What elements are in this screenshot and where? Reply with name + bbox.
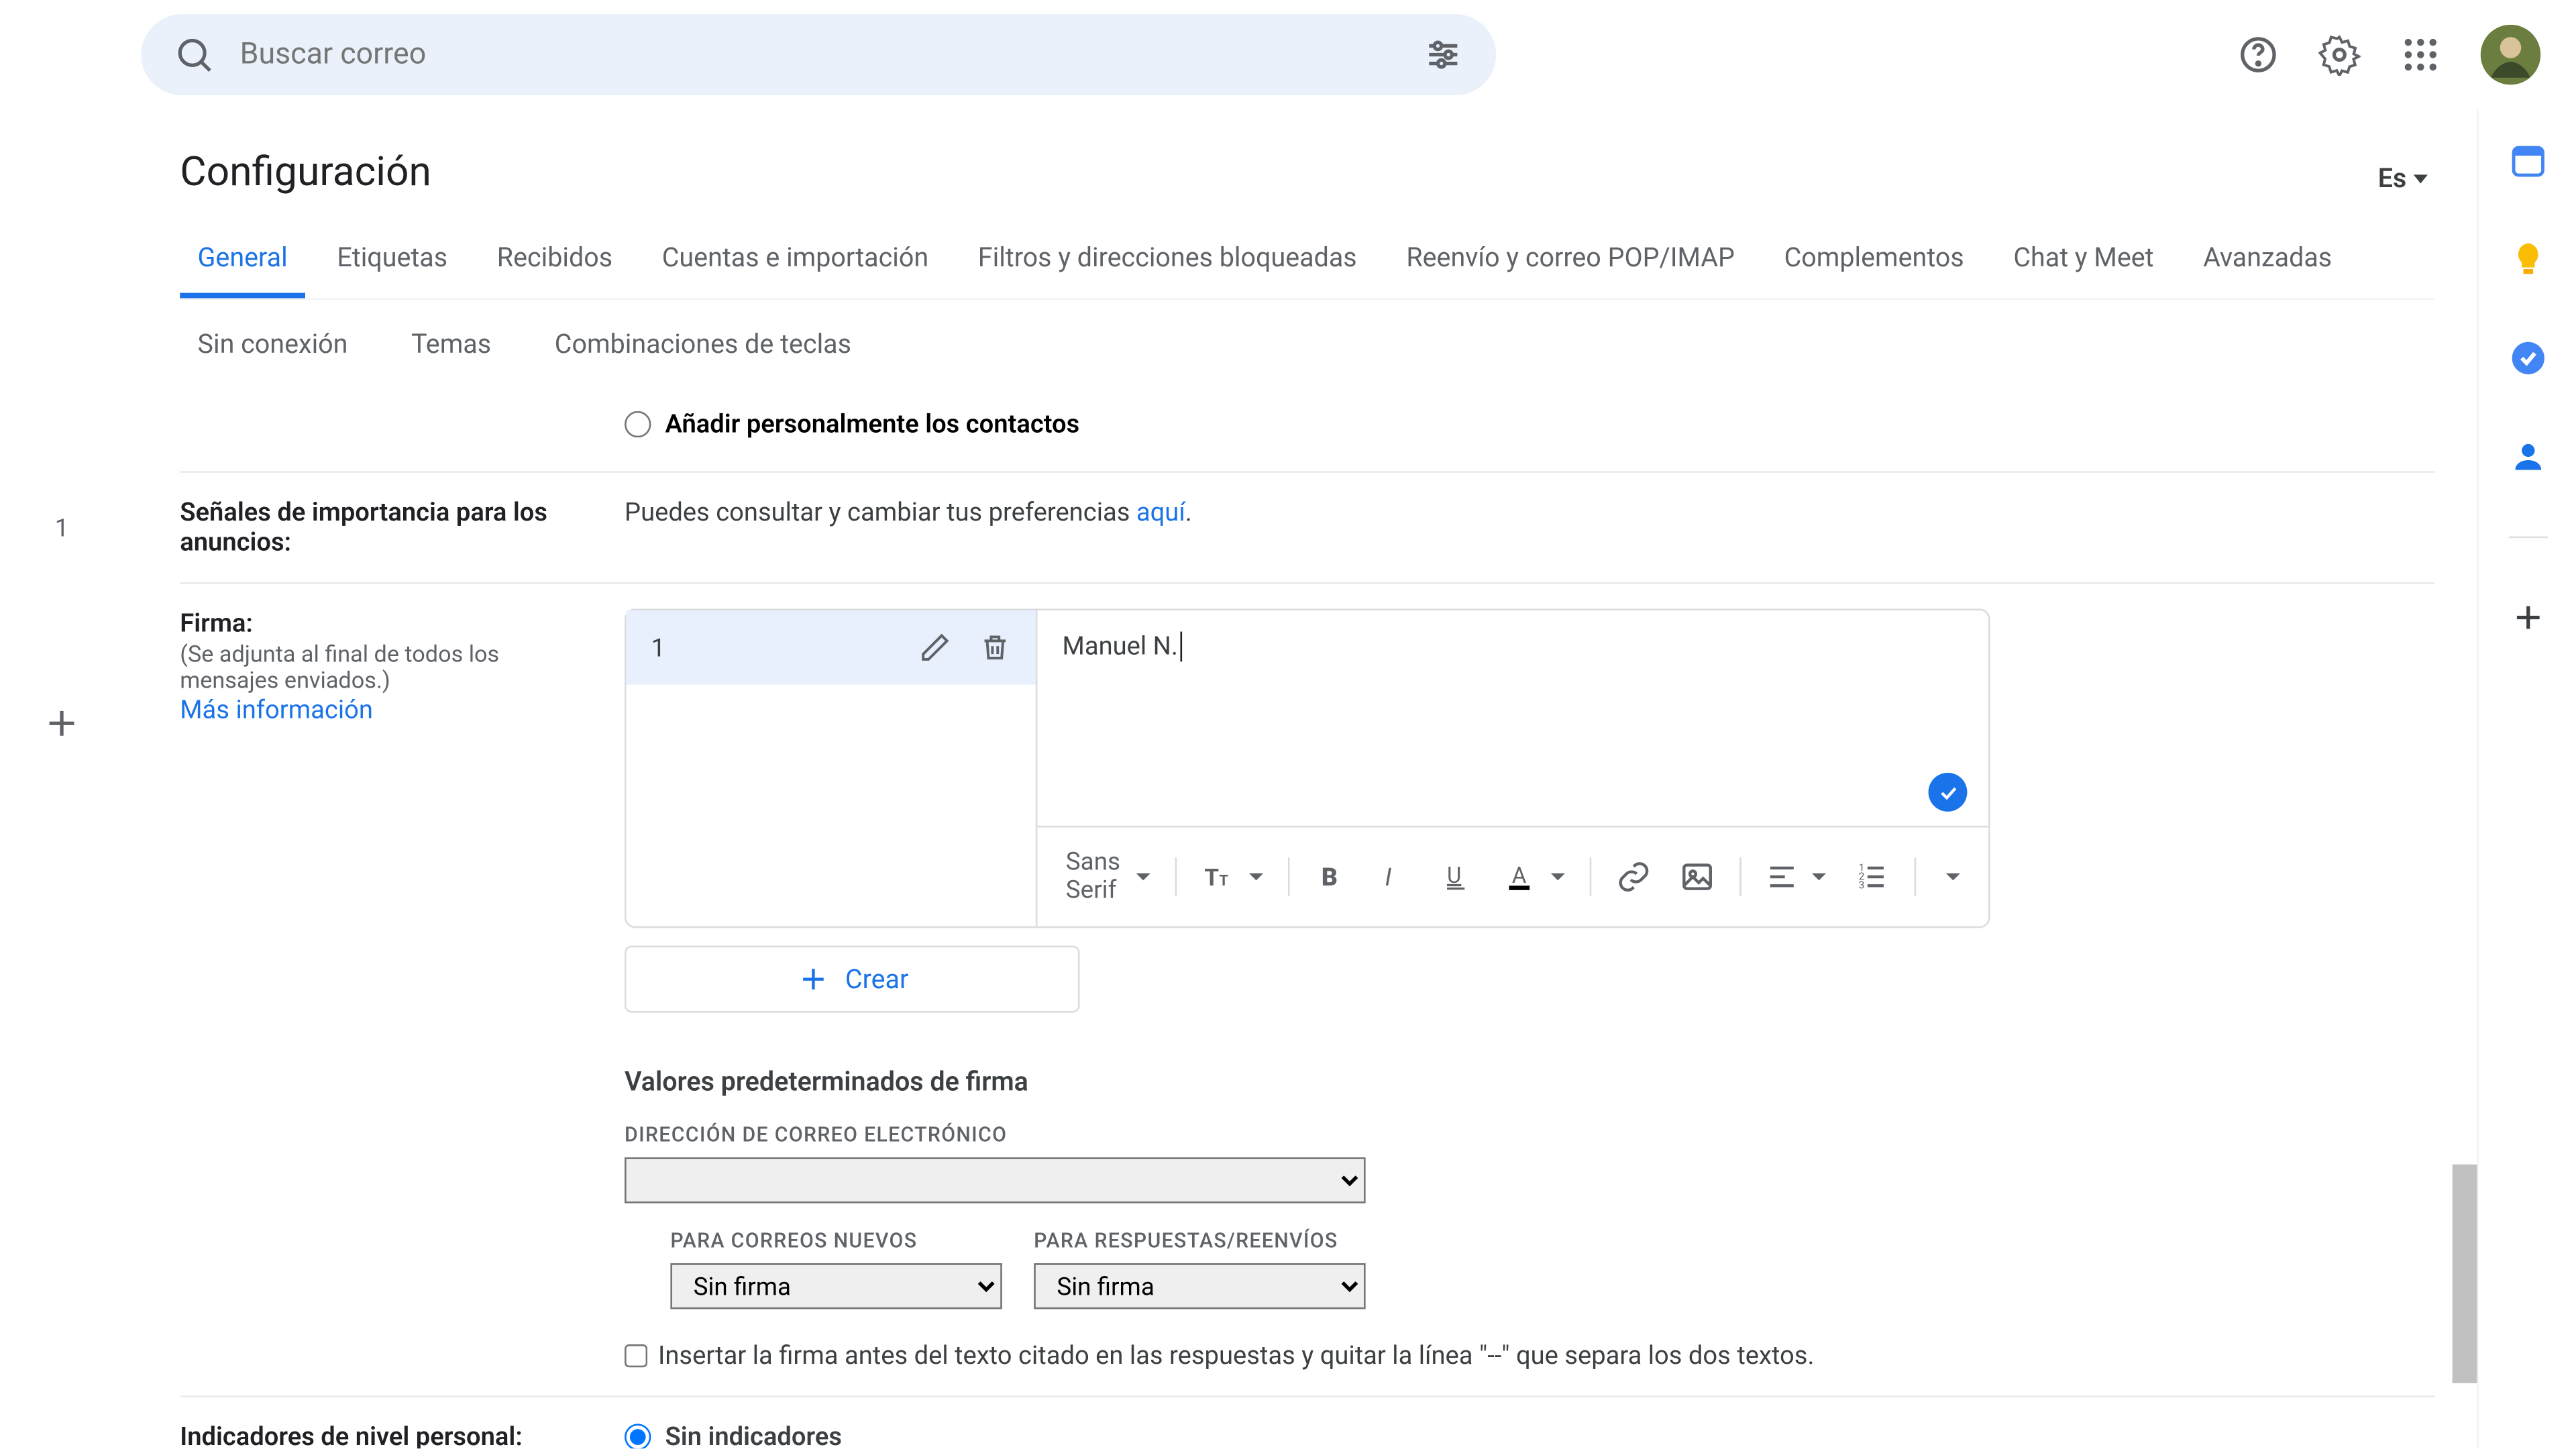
- edit-icon[interactable]: [920, 632, 951, 663]
- tab-chat[interactable]: Chat y Meet: [1996, 227, 2171, 287]
- new-mail-label: PARA CORREOS NUEVOS: [670, 1228, 1002, 1252]
- scrollbar-thumb[interactable]: [2453, 1165, 2477, 1383]
- row-label-signature: Firma:: [180, 608, 253, 639]
- insert-before-checkbox[interactable]: [625, 1344, 647, 1367]
- help-icon[interactable]: [2237, 34, 2279, 76]
- dropdown-icon: [2414, 174, 2428, 182]
- address-label: DIRECCIÓN DE CORREO ELECTRÓNICO: [625, 1122, 2434, 1147]
- link-button[interactable]: [1605, 852, 1662, 902]
- tab-addons[interactable]: Complementos: [1766, 227, 1982, 287]
- account-avatar[interactable]: [2481, 25, 2540, 85]
- signature-name: 1: [651, 633, 665, 663]
- reply-select[interactable]: Sin firma: [1034, 1263, 1365, 1309]
- calendar-icon[interactable]: [2508, 141, 2547, 180]
- radio-input[interactable]: [625, 1424, 651, 1448]
- new-mail-select[interactable]: Sin firma: [670, 1263, 1002, 1309]
- tab-general[interactable]: General: [180, 227, 305, 298]
- search-box[interactable]: [141, 14, 1496, 95]
- bold-button[interactable]: B: [1302, 852, 1358, 902]
- tab-offline[interactable]: Sin conexión: [180, 314, 366, 374]
- check-badge-icon: [1929, 773, 1968, 812]
- svg-text:U: U: [1447, 863, 1461, 889]
- signature-toolbar: Sans Serif TT B I U A: [1038, 826, 1988, 926]
- create-signature-button[interactable]: Crear: [625, 946, 1080, 1013]
- image-button[interactable]: [1668, 852, 1725, 902]
- compose-plus-icon[interactable]: [40, 702, 83, 745]
- font-select[interactable]: Sans Serif: [1055, 842, 1161, 912]
- tab-accounts[interactable]: Cuentas e importación: [644, 227, 946, 287]
- apps-icon[interactable]: [2400, 34, 2442, 76]
- rail-separator: [2508, 537, 2547, 539]
- addons-plus-icon[interactable]: [2508, 598, 2547, 637]
- tab-shortcuts[interactable]: Combinaciones de teclas: [537, 314, 869, 374]
- importance-link[interactable]: aquí: [1136, 498, 1185, 528]
- search-input[interactable]: [215, 37, 1422, 72]
- svg-text:T: T: [1218, 873, 1228, 890]
- page-title: Configuración: [180, 148, 2434, 196]
- signature-list-item[interactable]: 1: [627, 610, 1036, 684]
- radio-input[interactable]: [625, 411, 651, 437]
- delete-icon[interactable]: [979, 632, 1011, 663]
- radio-add-contacts-manually[interactable]: Añadir personalmente los contactos: [625, 409, 1079, 439]
- defaults-title: Valores predeterminados de firma: [625, 1066, 2434, 1097]
- tab-filters[interactable]: Filtros y direcciones bloqueadas: [961, 227, 1375, 287]
- signature-editor: 1 Manuel N. Sans Se: [625, 608, 1990, 928]
- svg-text:A: A: [1512, 863, 1527, 889]
- italic-button[interactable]: I: [1366, 852, 1422, 902]
- language-label: Es: [2378, 162, 2407, 194]
- list-button[interactable]: 123: [1844, 852, 1900, 902]
- signature-more-link[interactable]: Más información: [180, 695, 373, 725]
- signature-textarea[interactable]: Manuel N.: [1038, 610, 1988, 826]
- svg-text:B: B: [1322, 863, 1338, 892]
- tab-inbox[interactable]: Recibidos: [479, 227, 630, 287]
- tasks-icon[interactable]: [2508, 339, 2547, 378]
- settings-icon[interactable]: [2318, 34, 2361, 76]
- address-select[interactable]: [625, 1157, 1366, 1203]
- left-rail-count: 1: [55, 515, 69, 543]
- search-icon: [173, 34, 215, 76]
- font-size-button[interactable]: TT: [1190, 852, 1273, 902]
- align-button[interactable]: [1754, 852, 1837, 902]
- underline-button[interactable]: U: [1430, 852, 1486, 902]
- tab-labels[interactable]: Etiquetas: [319, 227, 465, 287]
- row-label-importance: Señales de importancia para los anuncios…: [180, 498, 625, 557]
- text-color-button[interactable]: A: [1493, 852, 1576, 902]
- insert-before-label: Insertar la firma antes del texto citado…: [658, 1341, 1815, 1371]
- keep-icon[interactable]: [2508, 240, 2547, 279]
- radio-label: Añadir personalmente los contactos: [665, 409, 1080, 439]
- tab-advanced[interactable]: Avanzadas: [2186, 227, 2350, 287]
- row-label-indicators: Indicadores de nivel personal:: [180, 1422, 625, 1448]
- svg-text:3: 3: [1860, 879, 1866, 892]
- radio-label: Sin indicadores: [665, 1422, 842, 1448]
- more-format-button[interactable]: [1930, 866, 1970, 888]
- tune-icon[interactable]: [1422, 34, 1464, 76]
- contacts-icon[interactable]: [2508, 437, 2547, 476]
- signature-sub: (Se adjunta al final de todos los mensaj…: [180, 642, 596, 695]
- plus-icon: [796, 961, 831, 997]
- language-selector[interactable]: Es: [2378, 162, 2428, 194]
- svg-text:T: T: [1203, 863, 1218, 892]
- radio-no-indicators[interactable]: Sin indicadores: [625, 1422, 2434, 1448]
- tab-themes[interactable]: Temas: [394, 314, 509, 374]
- tab-forwarding[interactable]: Reenvío y correo POP/IMAP: [1389, 227, 1752, 287]
- reply-label: PARA RESPUESTAS/REENVÍOS: [1034, 1228, 1365, 1252]
- importance-text: Puedes consultar y cambiar tus preferenc…: [625, 498, 2434, 557]
- svg-text:I: I: [1385, 863, 1392, 892]
